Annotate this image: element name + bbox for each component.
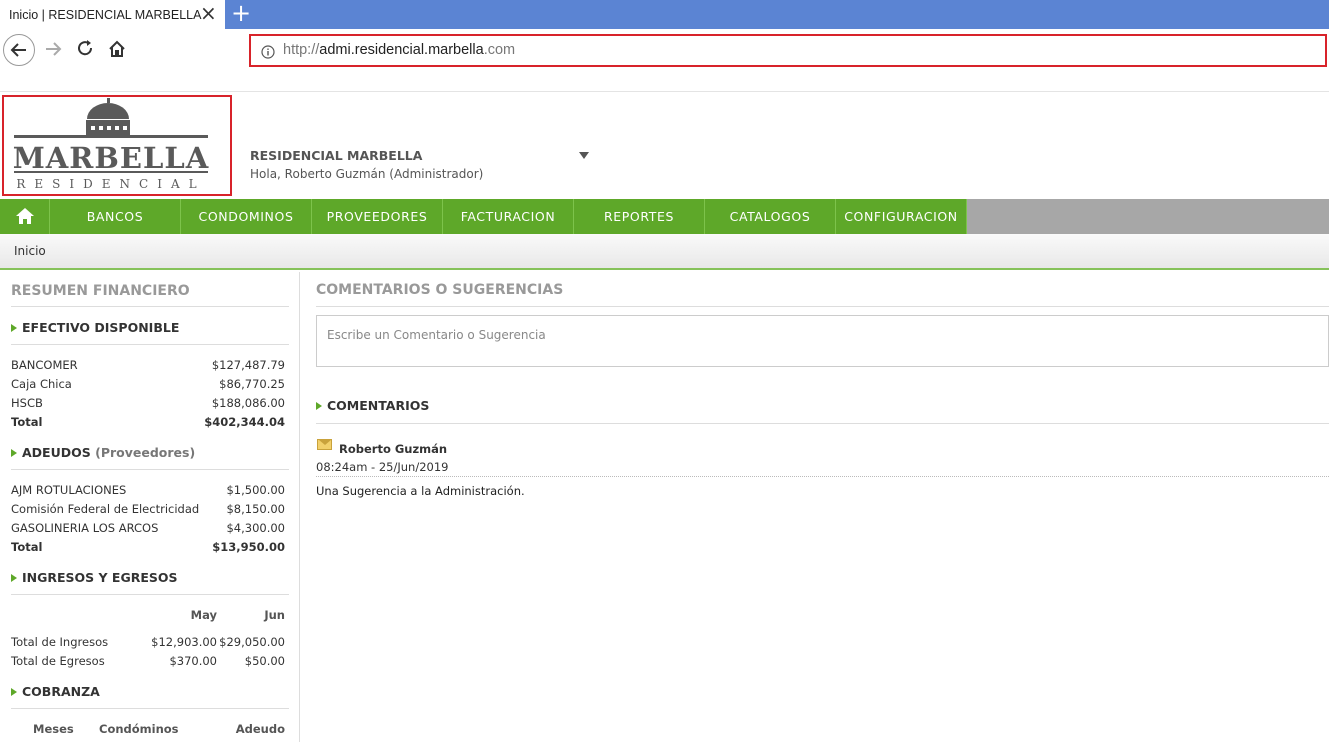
- comments-list-title: COMENTARIOS: [316, 398, 429, 413]
- menu-catalogos[interactable]: CATALOGOS: [705, 199, 836, 234]
- chrome-divider: [0, 91, 1329, 92]
- comment-input[interactable]: Escribe un Comentario o Sugerencia: [316, 315, 1329, 367]
- table-row: AJM ROTULACIONES $1,500.00: [11, 483, 285, 497]
- menu-condominos[interactable]: CONDOMINOS: [181, 199, 312, 234]
- envelope-icon: [317, 439, 332, 450]
- menu-reportes[interactable]: REPORTES: [574, 199, 705, 234]
- main-menu: BANCOS CONDOMINOS PROVEEDORES FACTURACIO…: [0, 199, 1329, 234]
- home-browser-icon[interactable]: [102, 34, 134, 66]
- breadcrumb[interactable]: Inicio: [14, 244, 46, 258]
- user-greeting: Hola, Roberto Guzmán (Administrador): [250, 167, 484, 181]
- cash-section-title: EFECTIVO DISPONIBLE: [11, 320, 179, 335]
- logo-line2: RESIDENCIAL: [16, 177, 205, 191]
- comment-date: 08:24am - 25/Jun/2019: [316, 460, 449, 474]
- browser-nav-bar: http://admi.residencial.marbella.com: [0, 29, 1329, 91]
- table-row: BANCOMER $127,487.79: [11, 358, 285, 372]
- triangle-icon: [11, 574, 17, 582]
- new-tab-icon[interactable]: +: [231, 1, 251, 25]
- table-row: Total de Egresos $370.00 $50.00: [11, 654, 285, 668]
- url-text: http://admi.residencial.marbella.com: [283, 42, 515, 58]
- table-header: Meses Condóminos Adeudo: [33, 722, 285, 736]
- collection-section-title: COBRANZA: [11, 684, 100, 699]
- divider: [316, 476, 1329, 477]
- browser-tab-bar: Inicio | RESIDENCIAL MARBELLA × +: [0, 0, 1329, 29]
- table-row: HSCB $188,086.00: [11, 396, 285, 410]
- menu-facturacion[interactable]: FACTURACION: [443, 199, 574, 234]
- table-row: Comisión Federal de Electricidad $8,150.0…: [11, 502, 285, 516]
- menu-bancos[interactable]: BANCOS: [50, 199, 181, 234]
- financial-summary-title: RESUMEN FINANCIERO: [11, 283, 190, 299]
- table-row: Total de Ingresos $12,903.00 $29,050.00: [11, 635, 285, 649]
- browser-tab[interactable]: Inicio | RESIDENCIAL MARBELLA ×: [0, 0, 225, 29]
- logo[interactable]: MARBELLA RESIDENCIAL: [2, 95, 232, 196]
- financial-summary-panel: RESUMEN FINANCIERO EFECTIVO DISPONIBLE B…: [0, 272, 300, 742]
- menu-configuracion[interactable]: CONFIGURACION: [836, 199, 967, 234]
- income-expense-section-title: INGRESOS Y EGRESOS: [11, 570, 178, 585]
- comment-body: Una Sugerencia a la Administración.: [316, 484, 525, 498]
- divider: [11, 306, 289, 307]
- menu-proveedores[interactable]: PROVEEDORES: [312, 199, 443, 234]
- menu-home[interactable]: [0, 199, 50, 234]
- forward-icon[interactable]: [38, 34, 70, 66]
- url-prefix: http://: [283, 42, 320, 58]
- divider: [11, 344, 289, 345]
- total-row: Total $402,344.04: [11, 415, 285, 429]
- logo-line1: MARBELLA: [13, 141, 210, 175]
- breadcrumb-bar: Inicio: [0, 234, 1329, 270]
- site-name: RESIDENCIAL MARBELLA: [250, 148, 423, 163]
- debts-section-title: ADEUDOS (Proveedores): [11, 445, 195, 460]
- divider: [11, 469, 289, 470]
- url-suffix: .com: [483, 42, 516, 58]
- divider: [11, 708, 289, 709]
- divider: [316, 423, 1329, 424]
- comment-author: Roberto Guzmán: [339, 442, 448, 456]
- tab-title: Inicio | RESIDENCIAL MARBELLA: [9, 8, 202, 22]
- close-icon[interactable]: ×: [200, 3, 217, 23]
- triangle-icon: [11, 449, 17, 457]
- user-menu-dropdown-icon[interactable]: [579, 152, 589, 159]
- triangle-icon: [11, 324, 17, 332]
- table-row: Caja Chica $86,770.25: [11, 377, 285, 391]
- triangle-icon: [316, 402, 322, 410]
- triangle-icon: [11, 688, 17, 696]
- home-icon: [15, 208, 34, 224]
- info-icon[interactable]: [261, 44, 275, 63]
- table-row: GASOLINERIA LOS ARCOS $4,300.00: [11, 521, 285, 535]
- comment-placeholder: Escribe un Comentario o Sugerencia: [327, 328, 546, 342]
- comments-panel-title: COMENTARIOS O SUGERENCIAS: [316, 282, 564, 298]
- url-host: admi.residencial.marbella: [319, 42, 484, 58]
- address-bar[interactable]: http://admi.residencial.marbella.com: [249, 34, 1327, 67]
- divider: [11, 594, 289, 595]
- back-icon[interactable]: [3, 34, 35, 66]
- table-header: May Jun: [190, 608, 285, 622]
- reload-icon[interactable]: [70, 34, 102, 66]
- divider: [316, 306, 1329, 307]
- total-row: Total $13,950.00: [11, 540, 285, 554]
